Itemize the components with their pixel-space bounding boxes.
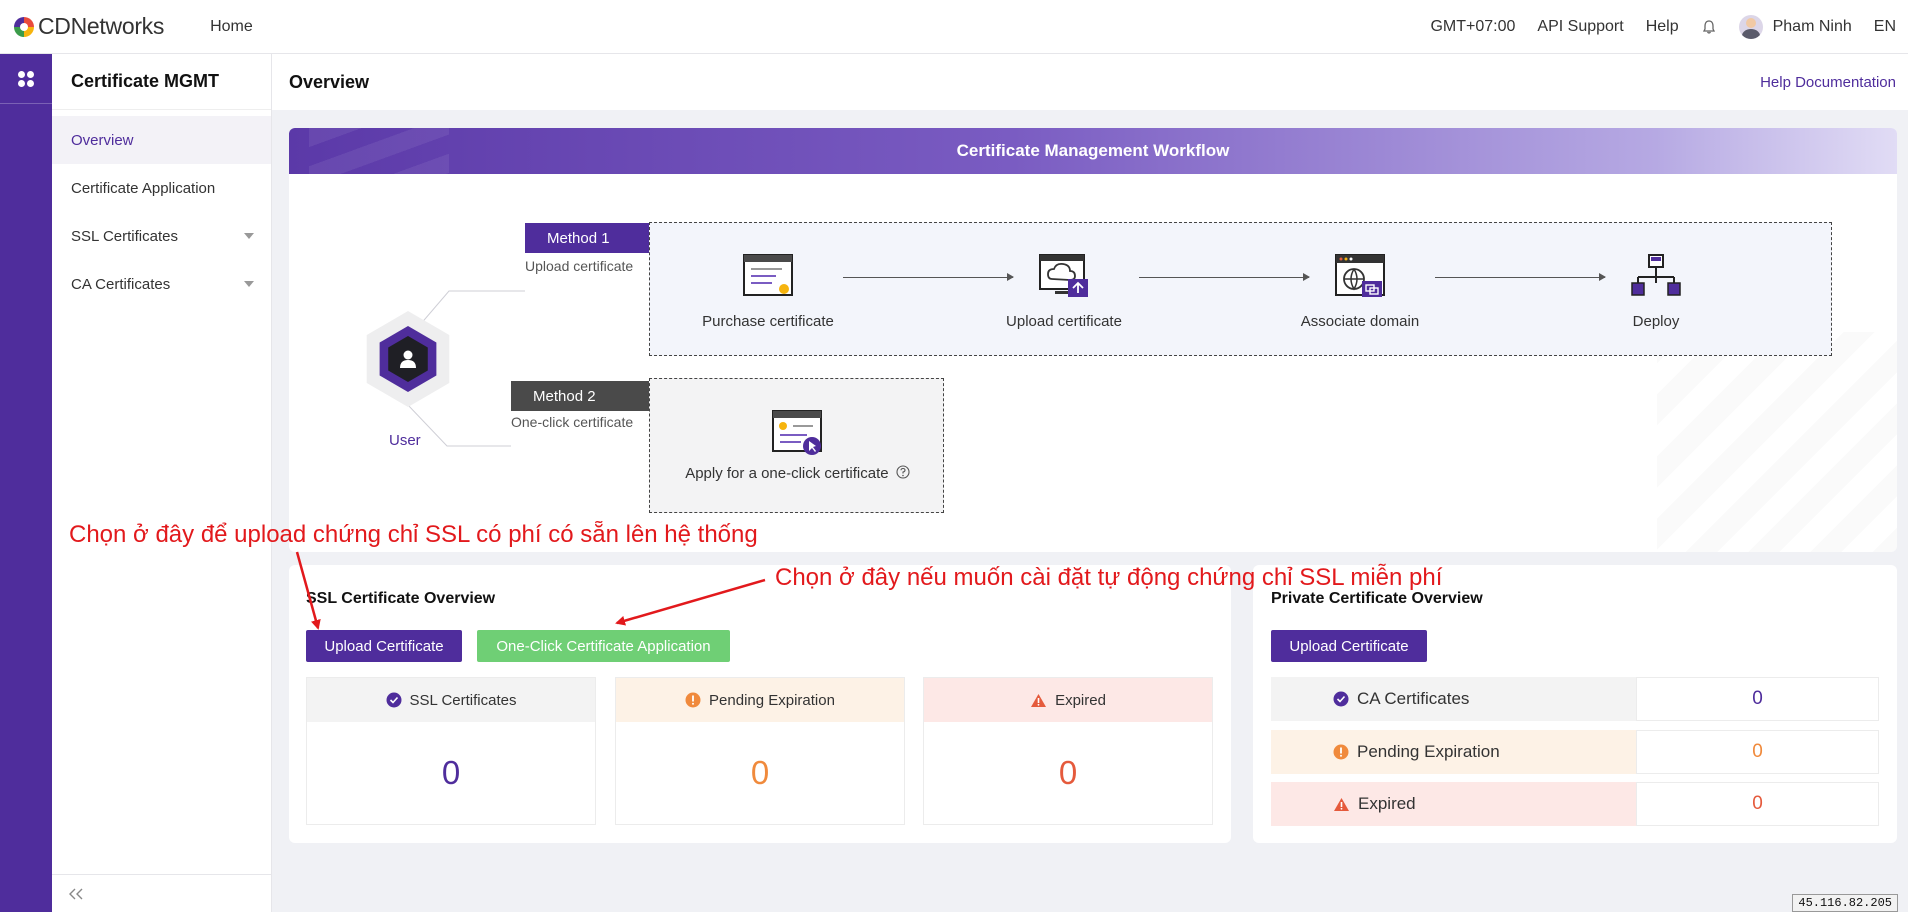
certificate-click-icon	[772, 410, 822, 455]
help-circle-icon[interactable]	[896, 465, 910, 479]
row-label: CA Certificates	[1357, 689, 1470, 708]
decorative-pattern	[1657, 332, 1897, 552]
stat-expired: Expired 0	[923, 677, 1213, 825]
user-icon	[400, 350, 416, 368]
sidebar-item-ssl-certificates[interactable]: SSL Certificates	[52, 212, 271, 260]
certificate-doc-icon	[743, 254, 793, 296]
upload-certificate-button[interactable]: Upload Certificate	[1271, 630, 1427, 662]
stat-label: SSL Certificates	[409, 691, 517, 709]
caret-down-icon	[244, 233, 254, 239]
card-title: SSL Certificate Overview	[306, 590, 496, 607]
product-rail	[0, 54, 52, 912]
page-title: Overview	[289, 71, 370, 92]
side-menu-title: Certificate MGMT	[52, 54, 271, 110]
step-purchase-certificate: Purchase certificate	[688, 253, 848, 330]
method-1-tag: Method 1	[525, 223, 649, 253]
annotation-upload-note: Chọn ở đây để upload chứng chỉ SSL có ph…	[69, 521, 758, 548]
stat-pending-expiration: Pending Expiration 0	[615, 677, 905, 825]
warning-circle-icon	[1333, 744, 1349, 760]
brand-logo[interactable]: CDNetworks	[14, 13, 164, 40]
nav-home-link[interactable]: Home	[210, 18, 253, 36]
private-row-ca-certificates: CA Certificates 0	[1271, 677, 1879, 721]
oneclick-label-text: Apply for a one-click certificate	[685, 465, 889, 482]
apps-grid-button[interactable]	[0, 54, 52, 104]
brand-logo-icon	[14, 16, 34, 37]
card-title: Private Certificate Overview	[1271, 590, 1483, 607]
row-value: 0	[1636, 782, 1879, 826]
workflow-card: Certificate Management Workflow User Met…	[289, 128, 1897, 552]
ssl-certificate-overview-card: SSL Certificate Overview Upload Certific…	[289, 565, 1231, 843]
ip-address-badge: 45.116.82.205	[1792, 894, 1898, 912]
one-click-certificate-application-button[interactable]: One-Click Certificate Application	[477, 630, 730, 662]
avatar	[1738, 15, 1763, 39]
api-support-link[interactable]: API Support	[1537, 18, 1623, 36]
row-label: Expired	[1358, 794, 1416, 813]
apps-grid-icon	[18, 70, 34, 87]
sidebar-item-label: CA Certificates	[71, 275, 171, 293]
stat-value: 0	[1058, 754, 1078, 791]
private-row-pending-expiration: Pending Expiration 0	[1271, 730, 1879, 774]
row-value: 0	[1636, 677, 1879, 721]
user-name: Pham Ninh	[1772, 18, 1852, 35]
sidebar-item-label: SSL Certificates	[71, 227, 178, 245]
network-tree-icon	[1631, 254, 1681, 296]
private-row-expired: Expired 0	[1271, 782, 1879, 826]
oneclick-certificate-label: Apply for a one-click certificate	[650, 465, 945, 482]
step-associate-domain: Associate domain	[1280, 253, 1440, 330]
method-1-subtitle: Upload certificate	[525, 258, 634, 274]
alert-triangle-icon	[1031, 693, 1047, 707]
alert-triangle-icon	[1334, 797, 1349, 811]
upload-certificate-button[interactable]: Upload Certificate	[306, 630, 462, 662]
sidebar-item-label: Overview	[71, 131, 134, 149]
sidebar-item-certificate-application[interactable]: Certificate Application	[52, 164, 271, 212]
method-2-flow[interactable]: Apply for a one-click certificate	[649, 378, 944, 513]
method-2-subtitle: One-click certificate	[511, 414, 634, 430]
step-deploy: Deploy	[1576, 253, 1736, 330]
step-label: Purchase certificate	[702, 313, 834, 330]
annotation-oneclick-note: Chọn ở đây nếu muốn cài đặt tự động chứn…	[775, 564, 1443, 591]
timezone-selector[interactable]: GMT+07:00	[1430, 18, 1515, 36]
method-1-flow: Purchase certificate Upload certificate	[649, 222, 1832, 356]
help-documentation-link[interactable]: Help Documentation	[1760, 74, 1896, 91]
language-selector[interactable]: EN	[1874, 18, 1896, 36]
stat-ssl-certificates: SSL Certificates 0	[306, 677, 596, 825]
step-label: Deploy	[1632, 313, 1680, 330]
row-value: 0	[1636, 730, 1879, 774]
method-2-tag: Method 2	[511, 381, 649, 411]
sidebar-item-label: Certificate Application	[71, 179, 216, 197]
stat-value: 0	[441, 754, 461, 791]
warning-circle-icon	[685, 692, 701, 708]
stat-label: Pending Expiration	[709, 691, 835, 709]
sidebar-item-overview[interactable]: Overview	[52, 116, 271, 164]
sidebar-item-ca-certificates[interactable]: CA Certificates	[52, 260, 271, 308]
upload-cloud-icon	[1039, 254, 1088, 297]
caret-down-icon	[244, 281, 254, 287]
globe-browser-icon	[1335, 254, 1385, 297]
workflow-title-text: Certificate Management Workflow	[956, 141, 1230, 160]
step-label: Upload certificate	[1006, 313, 1122, 330]
page-header: Overview Help Documentation	[272, 54, 1908, 110]
row-label: Pending Expiration	[1357, 742, 1500, 761]
bell-icon[interactable]	[1701, 19, 1717, 35]
user-menu[interactable]: Pham Ninh	[1738, 15, 1852, 39]
stat-value: 0	[750, 754, 770, 791]
workflow-connector-lines	[406, 290, 525, 447]
collapse-sidebar-button[interactable]	[52, 874, 272, 912]
side-menu: Certificate MGMT Overview Certificate Ap…	[52, 54, 272, 912]
top-navigation-bar: CDNetworks Home GMT+07:00 API Support He…	[0, 0, 1908, 54]
stat-label: Expired	[1055, 691, 1106, 709]
check-circle-icon	[386, 692, 401, 708]
user-label: User	[389, 432, 421, 449]
check-circle-icon	[1333, 691, 1349, 707]
step-upload-certificate: Upload certificate	[984, 253, 1144, 330]
help-link[interactable]: Help	[1646, 18, 1679, 36]
brand-name: CDNetworks	[38, 13, 165, 39]
step-label: Associate domain	[1300, 313, 1420, 330]
double-chevron-left-icon	[69, 888, 83, 899]
private-certificate-overview-card: Private Certificate Overview Upload Cert…	[1253, 565, 1897, 843]
